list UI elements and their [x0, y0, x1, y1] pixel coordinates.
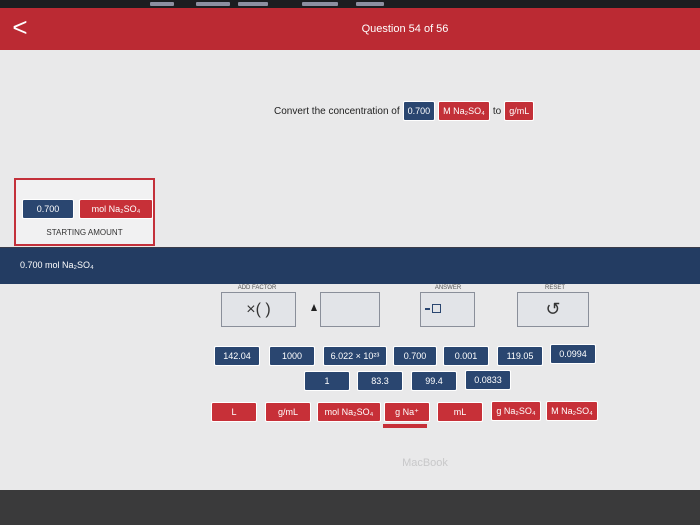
number-tile[interactable]: 99.4	[411, 371, 457, 391]
unit-tile[interactable]: L	[211, 402, 257, 422]
number-tile[interactable]: 0.700	[393, 346, 437, 366]
starting-unit-tile[interactable]: mol Na₂SO₄	[79, 199, 153, 219]
result-bar: 0.700 mol Na₂SO₄	[0, 247, 700, 284]
number-tile[interactable]: 1000	[269, 346, 315, 366]
result-text: 0.700 mol Na₂SO₄	[20, 260, 94, 270]
factor-slot[interactable]	[320, 292, 380, 327]
add-factor-button[interactable]: ×( )	[221, 292, 296, 327]
question-value-tag: 0.700	[402, 101, 436, 121]
tab-indicator	[356, 2, 384, 6]
number-tile[interactable]: 6.022 × 10²³	[323, 346, 387, 366]
starting-amount-caption: STARTING AMOUNT	[46, 228, 123, 237]
question-text: Convert the concentration of	[274, 105, 400, 117]
back-arrow-icon[interactable]: <	[8, 14, 32, 40]
unit-tile[interactable]: g/mL	[265, 402, 311, 422]
number-tile[interactable]: 119.05	[497, 346, 543, 366]
unit-tile[interactable]: M Na₂SO₄	[546, 401, 598, 421]
reset-label: RESET	[544, 285, 565, 291]
number-tile[interactable]: 0.0833	[465, 370, 511, 390]
unit-tile[interactable]: mL	[437, 402, 483, 422]
page-title: Question 54 of 56	[361, 23, 449, 35]
question-target-tag: g/mL	[504, 101, 535, 121]
divider	[0, 247, 700, 248]
unit-tile[interactable]: g Na⁺	[384, 402, 430, 422]
selection-indicator	[383, 424, 427, 428]
reset-icon[interactable]: ↺	[517, 292, 589, 327]
add-factor-label: ADD FACTOR	[237, 285, 277, 291]
number-tile[interactable]: 83.3	[357, 371, 403, 391]
app-screen: < Question 54 of 56 Convert the concentr…	[0, 0, 700, 490]
answer-label: ANSWER	[434, 285, 462, 291]
question-connector: to	[492, 105, 502, 117]
minus-icon	[425, 308, 430, 310]
unit-tile[interactable]: g Na₂SO₄	[491, 401, 541, 421]
tab-indicator	[196, 2, 230, 6]
header-bar: < Question 54 of 56	[0, 0, 700, 50]
number-tile[interactable]: 0.001	[443, 346, 489, 366]
tab-indicator	[150, 2, 174, 6]
tab-indicator	[238, 2, 268, 6]
question-prompt: Convert the concentration of 0.700 M Na₂…	[274, 100, 535, 122]
browser-tab-strip	[0, 0, 700, 8]
mouse-cursor-icon	[311, 304, 317, 311]
starting-value-tile[interactable]: 0.700	[22, 199, 74, 219]
question-unit-tag: M Na₂SO₄	[438, 101, 490, 121]
answer-box-icon	[432, 304, 441, 313]
bezel-logo: MacBook	[402, 457, 448, 469]
number-tile[interactable]: 1	[304, 371, 350, 391]
unit-tile[interactable]: mol Na₂SO₄	[317, 402, 381, 422]
starting-amount-box[interactable]: 0.700 mol Na₂SO₄ STARTING AMOUNT	[14, 178, 155, 246]
tab-indicator	[302, 2, 338, 6]
answer-button[interactable]	[420, 292, 475, 327]
number-tile[interactable]: 0.0994	[550, 344, 596, 364]
number-tile[interactable]: 142.04	[214, 346, 260, 366]
laptop-bezel	[0, 490, 700, 525]
